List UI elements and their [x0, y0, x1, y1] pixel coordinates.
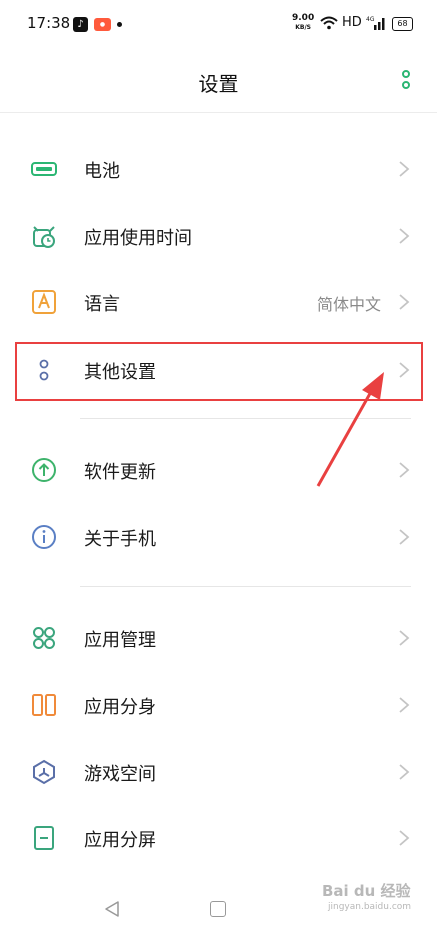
header-divider: [0, 112, 437, 113]
split-screen-icon: [34, 826, 54, 850]
status-time: 17:38: [27, 14, 71, 32]
settings-item-game-space[interactable]: 游戏空间: [0, 739, 437, 803]
network-speed-value: 9.00: [292, 13, 315, 23]
chevron-right-icon: [399, 529, 410, 545]
network-speed-unit: KB/S: [295, 24, 311, 31]
status-bar: 17:38 ♪ ● 9.00 KB/S HD 4G 68: [0, 0, 437, 50]
settings-item-label: 应用分屏: [84, 830, 156, 851]
header: 设置: [0, 55, 437, 107]
settings-item-software-update[interactable]: 软件更新: [0, 437, 437, 501]
chevron-right-icon: [399, 764, 410, 780]
notification-dot-icon: [117, 22, 122, 27]
settings-item-label: 应用使用时间: [84, 228, 192, 249]
settings-item-label: 游戏空间: [84, 764, 156, 785]
arrow-up-circle-icon: [32, 458, 56, 482]
grid-icon: [33, 627, 55, 649]
battery-icon: [31, 162, 57, 176]
network-speed: 9.00 KB/S: [292, 14, 314, 32]
section-divider: [80, 586, 411, 587]
chevron-right-icon: [399, 462, 410, 478]
more-options-icon[interactable]: [400, 69, 412, 91]
settings-item-label: 关于手机: [84, 529, 156, 550]
settings-item-battery[interactable]: 电池: [0, 136, 437, 200]
chevron-right-icon: [399, 697, 410, 713]
settings-item-label: 软件更新: [84, 462, 156, 483]
settings-item-label: 电池: [84, 161, 120, 182]
highlight-annotation-box: [15, 342, 423, 401]
settings-item-app-usage-time[interactable]: 应用使用时间: [0, 203, 437, 267]
hd-indicator: HD: [342, 15, 362, 30]
chevron-right-icon: [399, 228, 410, 244]
page-title: 设置: [198, 72, 239, 96]
alarm-clock-icon: [33, 226, 55, 248]
settings-item-language[interactable]: 语言 简体中文: [0, 269, 437, 333]
language-value: 简体中文: [316, 295, 381, 314]
chevron-right-icon: [399, 294, 410, 310]
settings-item-label: 应用管理: [84, 630, 156, 651]
watermark-url: jingyan.baidu.com: [328, 902, 412, 912]
chevron-right-icon: [399, 630, 410, 646]
settings-item-app-management[interactable]: 应用管理: [0, 605, 437, 669]
settings-item-split-screen[interactable]: 应用分屏: [0, 805, 437, 869]
chevron-right-icon: [399, 161, 410, 177]
settings-item-label: 语言: [84, 294, 120, 315]
watermark-brand: Bai du 经验: [322, 882, 411, 900]
signal-type: 4G: [366, 16, 375, 23]
settings-item-app-clone[interactable]: 应用分身: [0, 672, 437, 736]
hexagon-icon: [33, 759, 55, 785]
app-notification-icon: ●: [94, 18, 111, 31]
wifi-icon: [320, 16, 338, 30]
tiktok-icon: ♪: [73, 17, 88, 32]
settings-item-about-phone[interactable]: 关于手机: [0, 504, 437, 568]
font-a-icon: [32, 290, 56, 314]
battery-level: 68: [392, 17, 413, 31]
split-rect-icon: [32, 694, 56, 716]
info-circle-icon: [32, 525, 56, 549]
back-icon[interactable]: [103, 900, 121, 918]
section-divider: [80, 418, 411, 419]
chevron-right-icon: [399, 830, 410, 846]
home-icon[interactable]: [210, 901, 226, 917]
settings-item-label: 应用分身: [84, 697, 156, 718]
cell-signal-icon: 4G: [366, 16, 385, 30]
